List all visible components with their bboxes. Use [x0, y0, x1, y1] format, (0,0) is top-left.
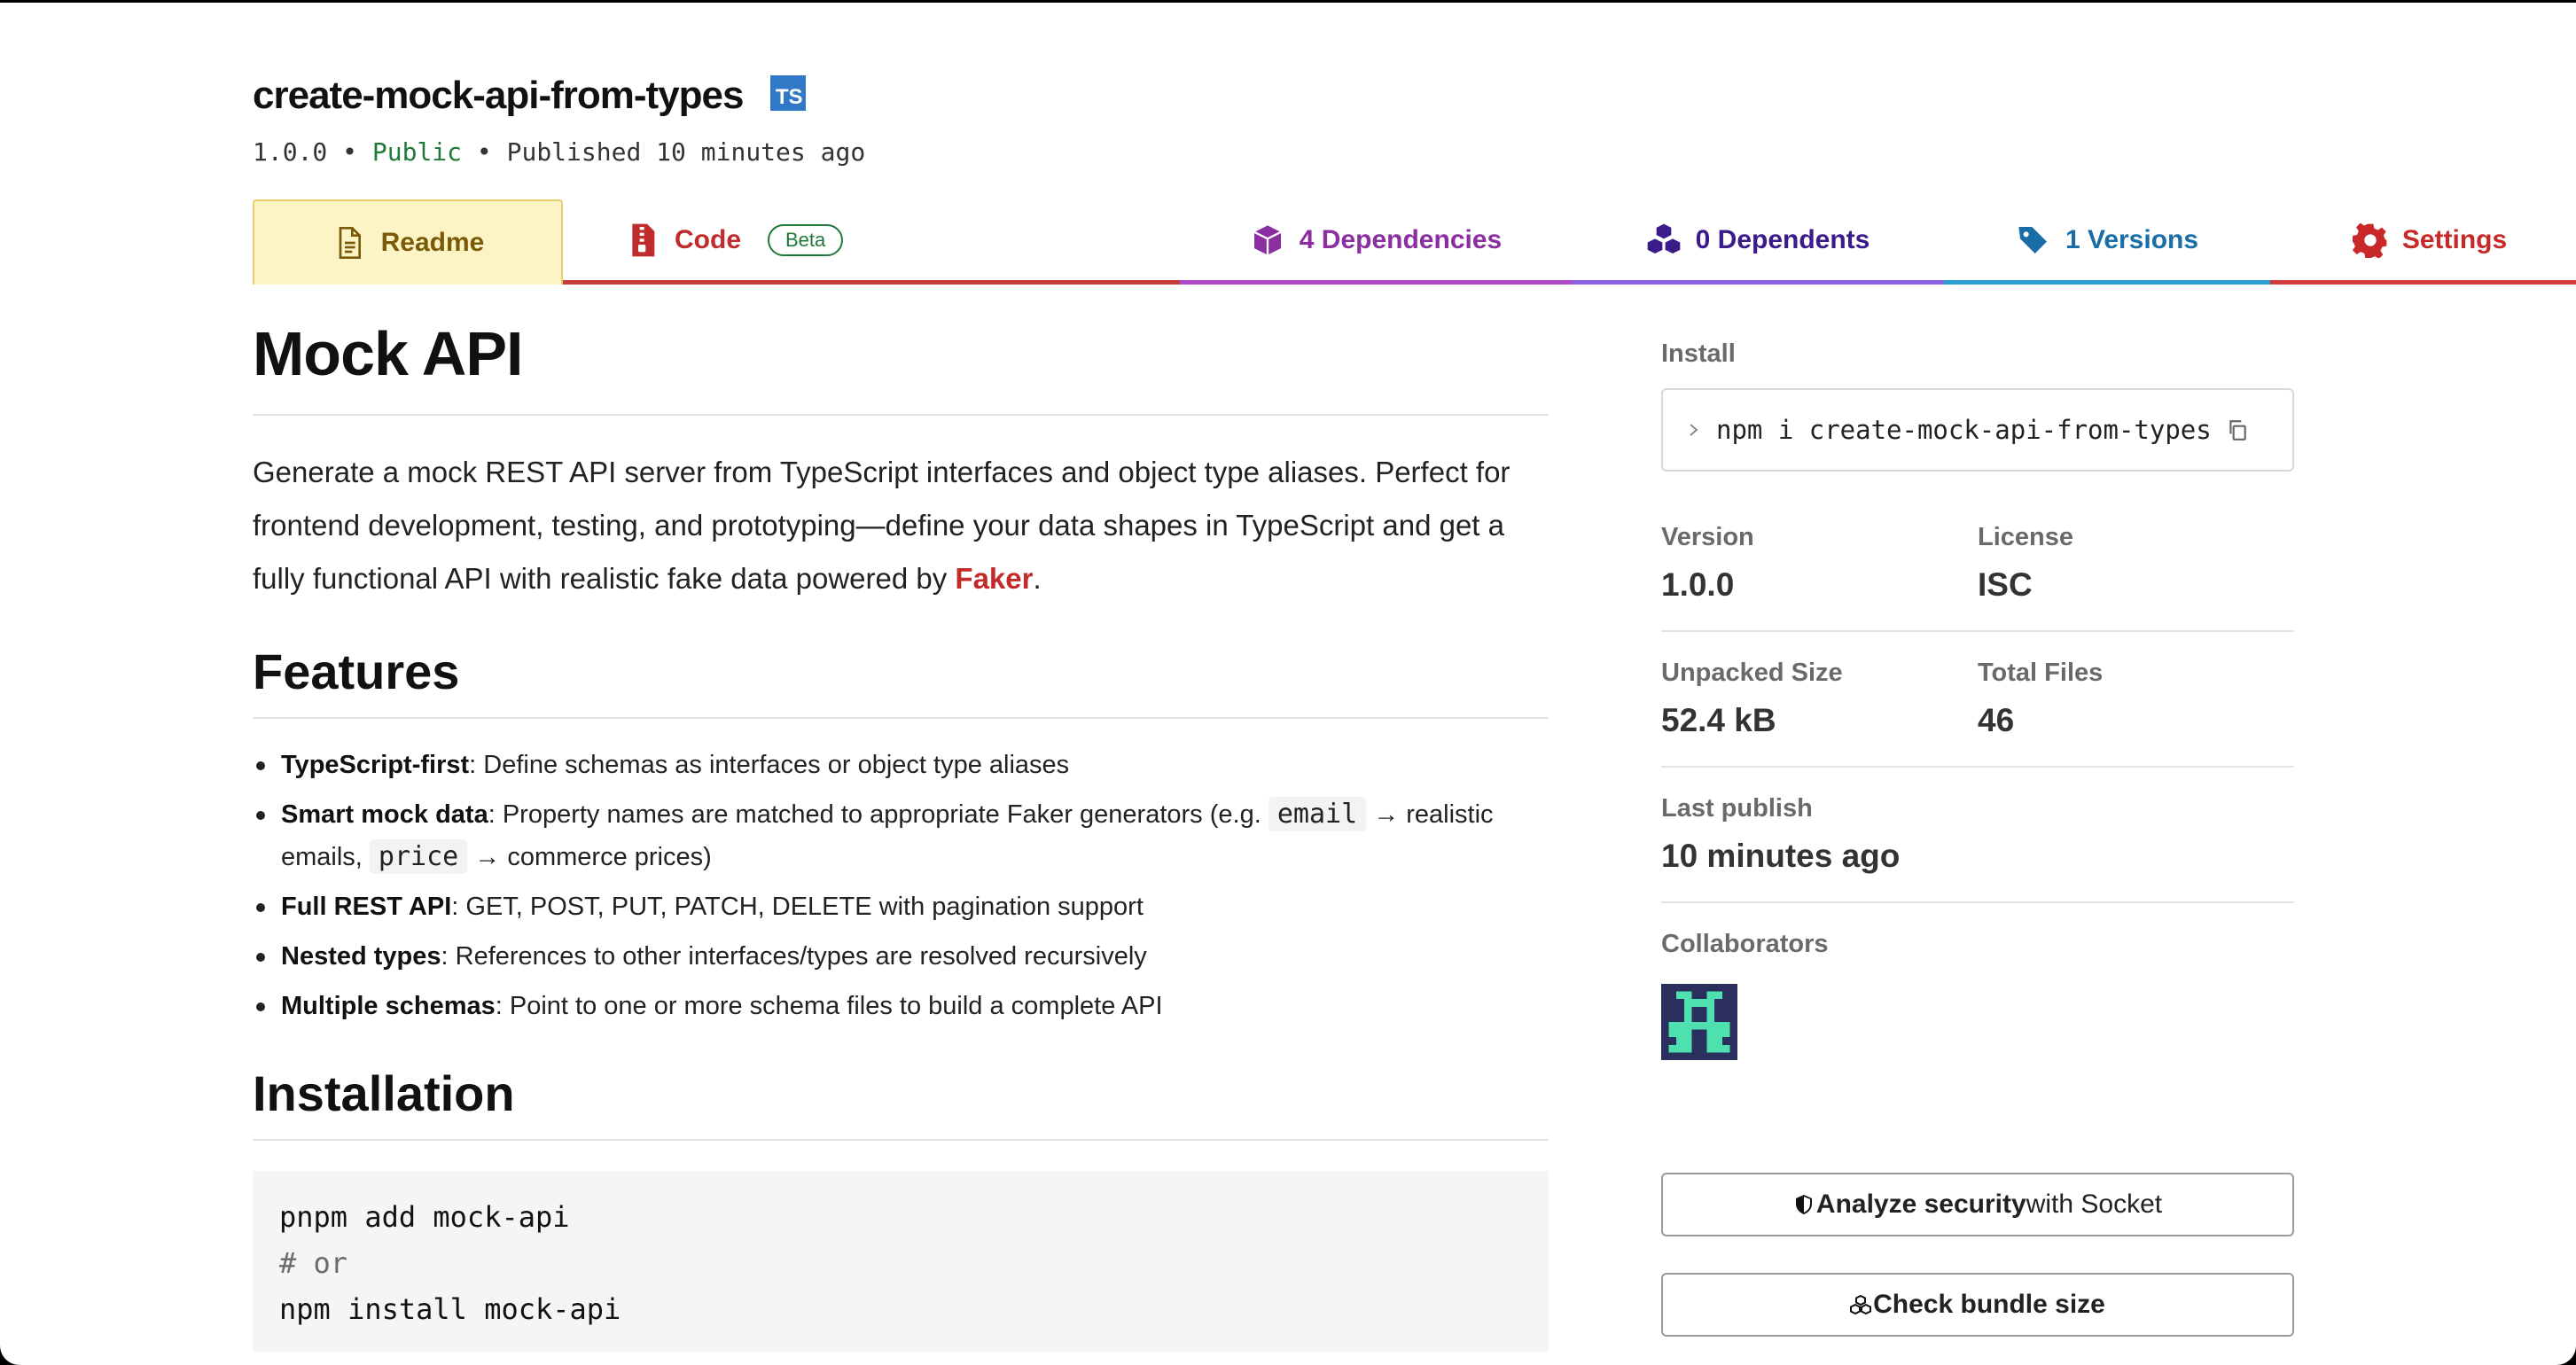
tab-dependents[interactable]: 0 Dependents [1572, 199, 1944, 285]
document-icon [339, 227, 361, 259]
unpacked-size-stat: Unpacked Size 52.4 kB [1661, 659, 1978, 739]
tab-versions[interactable]: 1 Versions [1944, 199, 2270, 285]
feature-text: : Define schemas as interfaces or object… [469, 751, 1070, 779]
inline-code: email [1268, 797, 1367, 831]
cubes-icon [1850, 1294, 1872, 1315]
feature-text: : Point to one or more schema files to b… [495, 992, 1163, 1020]
file-zip-icon [632, 223, 655, 256]
published-time: Published 10 minutes ago [506, 137, 866, 167]
terminal-prompt-icon [1690, 424, 1698, 436]
total-files-label: Total Files [1978, 659, 2104, 687]
tab-dependencies-label: 4 Dependencies [1299, 224, 1503, 254]
gear-icon [2352, 222, 2387, 258]
list-item: Nested types: References to other interf… [253, 935, 1549, 978]
box-icon [1253, 224, 1282, 255]
analyze-security-bold: Analyze security [1815, 1190, 2026, 1219]
tab-code[interactable]: Code Beta [563, 199, 1180, 285]
list-item: Smart mock data: Property names are matc… [253, 793, 1549, 878]
version-value: 1.0.0 [1661, 566, 1735, 603]
collaborator-identicon [1661, 984, 1737, 1060]
readme-content: Mock API Generate a mock REST API server… [253, 313, 1549, 1352]
readme-title: Mock API [253, 313, 1549, 416]
check-bundle-size-label: Check bundle size [1873, 1290, 2105, 1319]
tab-readme-label: Readme [380, 228, 485, 257]
code-comment: # or [279, 1246, 348, 1280]
visibility-badge: Public [371, 137, 463, 167]
tab-code-label: Code [675, 224, 741, 254]
features-heading: Features [253, 643, 1549, 719]
feature-title: Full REST API [281, 893, 452, 921]
shield-icon [1795, 1195, 1812, 1214]
list-item: Multiple schemas: Point to one or more s… [253, 985, 1549, 1027]
tab-settings-label: Settings [2401, 224, 2508, 254]
package-tabs: Readme Code Beta 4 Dependencies 0 Depend… [253, 199, 2576, 285]
version-license-section: Version 1.0.0 License ISC [1661, 523, 2294, 632]
package-version: 1.0.0 [253, 137, 328, 167]
feature-text: → commerce prices) [467, 843, 712, 871]
check-bundle-size-button[interactable]: Check bundle size [1661, 1273, 2294, 1337]
code-line: pnpm add mock-api [279, 1200, 570, 1234]
stats-row: Version 1.0.0 License ISC [1661, 523, 2294, 604]
avatar[interactable] [1661, 984, 1737, 1060]
collaborators-label: Collaborators [1661, 930, 1829, 958]
license-value: ISC [1978, 566, 2033, 603]
package-sidebar: Install npm i create-mock-api-from-types… [1661, 339, 2294, 1337]
stats-row: Unpacked Size 52.4 kB Total Files 46 [1661, 659, 2294, 739]
code-line: npm install mock-api [279, 1292, 621, 1326]
version-stat: Version 1.0.0 [1661, 523, 1978, 604]
collaborators-section: Collaborators [1661, 903, 2294, 1087]
install-command: npm i create-mock-api-from-types [1716, 415, 2212, 445]
inline-code: price [369, 839, 468, 874]
feature-title: TypeScript-first [281, 751, 470, 779]
package-meta: 1.0.0 • Public • Published 10 minutes ag… [253, 137, 865, 167]
tags-icon [2018, 226, 2047, 254]
boxes-icon [1647, 223, 1680, 254]
unpacked-size-label: Unpacked Size [1661, 659, 1843, 687]
license-stat: License ISC [1978, 523, 2294, 604]
total-files-stat: Total Files 46 [1978, 659, 2294, 739]
copy-icon[interactable] [2226, 418, 2249, 441]
typescript-icon: TS [769, 75, 806, 111]
features-list: TypeScript-first: Define schemas as inte… [253, 744, 1549, 1027]
install-label: Install [1661, 339, 1736, 368]
feature-text: : References to other interfaces/types a… [441, 942, 1147, 971]
last-publish-section: Last publish 10 minutes ago [1661, 768, 2294, 903]
beta-badge: Beta [768, 223, 844, 256]
meta-separator: • [342, 137, 358, 167]
analyze-security-button[interactable]: Analyze security with Socket [1661, 1173, 2294, 1236]
unpacked-size-value: 52.4 kB [1661, 702, 1776, 738]
license-label: License [1978, 523, 2073, 551]
intro-end: . [1033, 562, 1042, 595]
install-command-box[interactable]: npm i create-mock-api-from-types [1661, 388, 2294, 472]
version-label: Version [1661, 523, 1754, 551]
size-files-section: Unpacked Size 52.4 kB Total Files 46 [1661, 632, 2294, 768]
list-item: TypeScript-first: Define schemas as inte… [253, 744, 1549, 786]
installation-heading: Installation [253, 1065, 1549, 1141]
install-code-block[interactable]: pnpm add mock-api # or npm install mock-… [253, 1171, 1549, 1352]
feature-title: Nested types [281, 942, 441, 971]
last-publish-value: 10 minutes ago [1661, 838, 1901, 874]
feature-title: Smart mock data [281, 800, 488, 829]
tab-dependents-label: 0 Dependents [1695, 224, 1870, 254]
tab-settings[interactable]: Settings [2270, 199, 2576, 285]
tab-versions-label: 1 Versions [2065, 224, 2199, 254]
feature-text: : GET, POST, PUT, PATCH, DELETE with pag… [451, 893, 1144, 921]
feature-title: Multiple schemas [281, 992, 496, 1020]
intro-text: Generate a mock REST API server from Typ… [253, 456, 1510, 595]
package-name: create-mock-api-from-types [253, 74, 744, 117]
tab-dependencies[interactable]: 4 Dependencies [1180, 199, 1572, 285]
faker-link[interactable]: Faker [955, 562, 1033, 595]
feature-text: : Property names are matched to appropri… [488, 800, 1268, 829]
readme-intro: Generate a mock REST API server from Typ… [253, 446, 1549, 605]
meta-separator: • [476, 137, 492, 167]
page: create-mock-api-from-types TS 1.0.0 • Pu… [0, 3, 2576, 1365]
package-title: create-mock-api-from-types TS [253, 74, 806, 118]
tab-readme[interactable]: Readme [253, 199, 563, 285]
total-files-value: 46 [1978, 702, 2015, 738]
last-publish-label: Last publish [1661, 794, 1813, 823]
list-item: Full REST API: GET, POST, PUT, PATCH, DE… [253, 885, 1549, 928]
analyze-security-rest: with Socket [2026, 1190, 2163, 1219]
